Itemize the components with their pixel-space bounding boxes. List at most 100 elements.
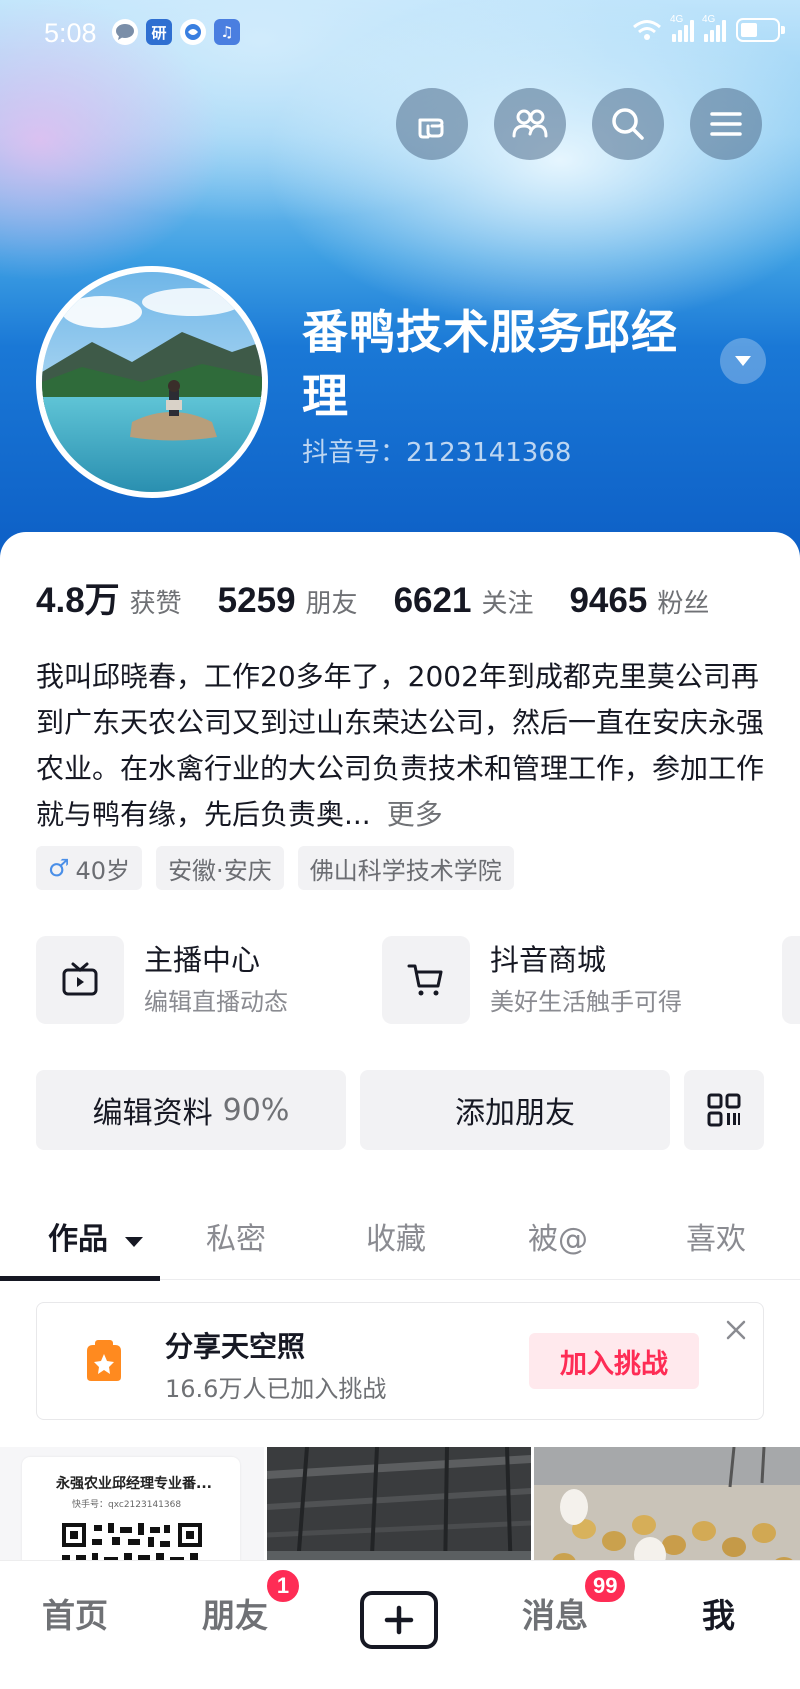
music-app-icon: ♫	[214, 19, 240, 45]
add-friend-label: 添加朋友	[455, 1096, 575, 1131]
ducklings-image	[534, 1447, 800, 1577]
plus-icon	[384, 1605, 414, 1635]
nav-label: 我	[702, 1596, 735, 1635]
search-icon	[612, 108, 644, 140]
nav-label: 消息	[522, 1596, 588, 1635]
tv-icon	[36, 936, 124, 1024]
nav-me[interactable]: 我	[702, 1589, 735, 1637]
video-thumbnail[interactable]	[534, 1447, 800, 1577]
tag-age: 40岁	[75, 856, 131, 885]
stat-number: 6621	[393, 581, 472, 620]
battery-icon	[736, 18, 785, 42]
avatar-landscape-image	[42, 272, 262, 492]
profile-actions: 编辑资料 90% 添加朋友	[36, 1070, 764, 1150]
service-next-peek[interactable]	[782, 936, 800, 1024]
tab-private[interactable]: 私密	[206, 1214, 266, 1258]
service-title: 抖音商城	[490, 943, 607, 977]
stat-friends[interactable]: 5259 朋友	[218, 581, 358, 621]
edit-profile-percent: 90%	[222, 1092, 290, 1128]
tab-favorites[interactable]: 收藏	[366, 1214, 426, 1258]
tab-works[interactable]: 作品	[48, 1214, 144, 1258]
tag-school[interactable]: 佛山科学技术学院	[297, 846, 514, 890]
avatar[interactable]	[36, 266, 268, 498]
message-bubble-icon	[112, 19, 138, 45]
wifi-icon	[633, 20, 661, 40]
stat-number: 4.8万	[36, 581, 120, 620]
network-label: 4G	[702, 14, 716, 25]
profile-nickname: 番鸭技术服务邱经理	[302, 305, 678, 423]
stat-following[interactable]: 6621 关注	[394, 581, 534, 621]
friends-button[interactable]	[494, 88, 566, 160]
profile-stats: 4.8万 获赞 5259 朋友 6621 关注 9465 粉丝	[36, 572, 745, 623]
service-entries: 主播中心 编辑直播动态 抖音商城 美好生活触手可得	[36, 936, 800, 1028]
video-thumbnail[interactable]: 永强农业邱经理专业番... 快手号：qxc2123141368	[0, 1447, 264, 1577]
video-title: 永强农业邱经理专业番...	[56, 1476, 212, 1492]
qr-code-button[interactable]	[684, 1070, 764, 1150]
tab-label: 私密	[206, 1222, 266, 1257]
service-streamer-center[interactable]: 主播中心 编辑直播动态	[36, 936, 288, 1024]
tab-label: 收藏	[366, 1222, 426, 1257]
stat-label: 朋友	[305, 589, 358, 619]
profile-card: 4.8万 获赞 5259 朋友 6621 关注 9465 粉丝 我叫邱晓春，工作…	[0, 532, 800, 1689]
edit-profile-label: 编辑资料	[92, 1096, 213, 1131]
video-grid: 永强农业邱经理专业番... 快手号：qxc2123141368	[0, 1447, 800, 1577]
create-post-button[interactable]	[360, 1591, 438, 1649]
tab-active-indicator	[0, 1276, 160, 1281]
content-tabs: 作品 私密 收藏 被@ 喜欢	[0, 1200, 800, 1281]
video-thumbnail[interactable]	[267, 1447, 531, 1577]
stat-likes[interactable]: 4.8万 获赞	[36, 572, 182, 623]
network-label: 4G	[670, 14, 684, 25]
profile-bio[interactable]: 我叫邱晓春，工作20多年了，2002年到成都克里莫公司再到广东天农公司又到过山东…	[36, 654, 772, 838]
join-challenge-button[interactable]: 加入挑战	[529, 1333, 699, 1389]
nav-home[interactable]: 首页	[42, 1589, 108, 1637]
caret-down-icon	[125, 1237, 144, 1247]
douyin-id[interactable]: 抖音号：2123141368	[302, 432, 571, 469]
nav-messages[interactable]: 消息	[522, 1589, 588, 1637]
stat-number: 5259	[217, 581, 296, 620]
account-switch-button[interactable]	[720, 338, 766, 384]
nav-label: 朋友	[202, 1596, 268, 1635]
status-bar: 5:08 研 ♫ 4G 4G	[0, 0, 800, 68]
hand-pointer-icon	[418, 118, 444, 139]
menu-button[interactable]	[690, 88, 762, 160]
challenge-subtitle: 16.6万人已加入挑战	[165, 1375, 387, 1403]
tag-location-text: 安徽·安庆	[168, 856, 272, 885]
tab-label: 作品	[48, 1222, 108, 1257]
challenge-banner[interactable]: 分享天空照 16.6万人已加入挑战 加入挑战	[36, 1302, 764, 1420]
stat-followers[interactable]: 9465 粉丝	[569, 581, 709, 621]
search-button[interactable]	[592, 88, 664, 160]
close-icon[interactable]	[725, 1319, 747, 1341]
edit-profile-button[interactable]: 编辑资料 90%	[36, 1070, 346, 1150]
friends-icon	[512, 109, 548, 138]
tag-school-text: 佛山科学技术学院	[309, 856, 502, 885]
cart-icon	[382, 936, 470, 1024]
service-douyin-mall[interactable]: 抖音商城 美好生活触手可得	[382, 936, 682, 1024]
nav-label: 首页	[42, 1596, 108, 1635]
header-actions	[396, 88, 762, 160]
stat-number: 9465	[569, 581, 648, 620]
menu-icon	[710, 112, 742, 136]
dictionary-app-icon: 研	[146, 19, 172, 45]
status-time: 5:08	[44, 18, 97, 48]
bottom-nav: 首页 朋友 1 消息 99 我	[0, 1560, 800, 1689]
profile-cover[interactable]: 5:08 研 ♫ 4G 4G 番鸭技术服务邱经理 抖音号：2123141368	[0, 0, 800, 560]
add-friend-button[interactable]: 添加朋友	[360, 1070, 670, 1150]
browser-app-icon	[180, 19, 206, 45]
service-subtitle: 美好生活触手可得	[490, 988, 682, 1016]
status-indicators: 4G 4G	[632, 14, 785, 42]
bio-more-link[interactable]: 更多	[387, 798, 443, 831]
tab-mentions[interactable]: 被@	[528, 1214, 588, 1258]
chevron-down-icon	[735, 356, 751, 366]
stat-label: 获赞	[129, 589, 182, 619]
nav-friends[interactable]: 朋友	[202, 1589, 268, 1637]
tab-likes[interactable]: 喜欢	[686, 1214, 746, 1258]
signal-icon: 4G	[702, 14, 726, 42]
male-icon: ♂	[48, 854, 70, 882]
hand-pointer-button[interactable]	[396, 88, 468, 160]
tab-label: 喜欢	[686, 1222, 746, 1257]
service-title: 主播中心	[144, 943, 261, 977]
qr-code-icon	[707, 1093, 741, 1127]
messages-badge: 99	[582, 1567, 629, 1605]
challenge-title: 分享天空照	[165, 1330, 306, 1363]
challenge-icon	[87, 1340, 121, 1381]
